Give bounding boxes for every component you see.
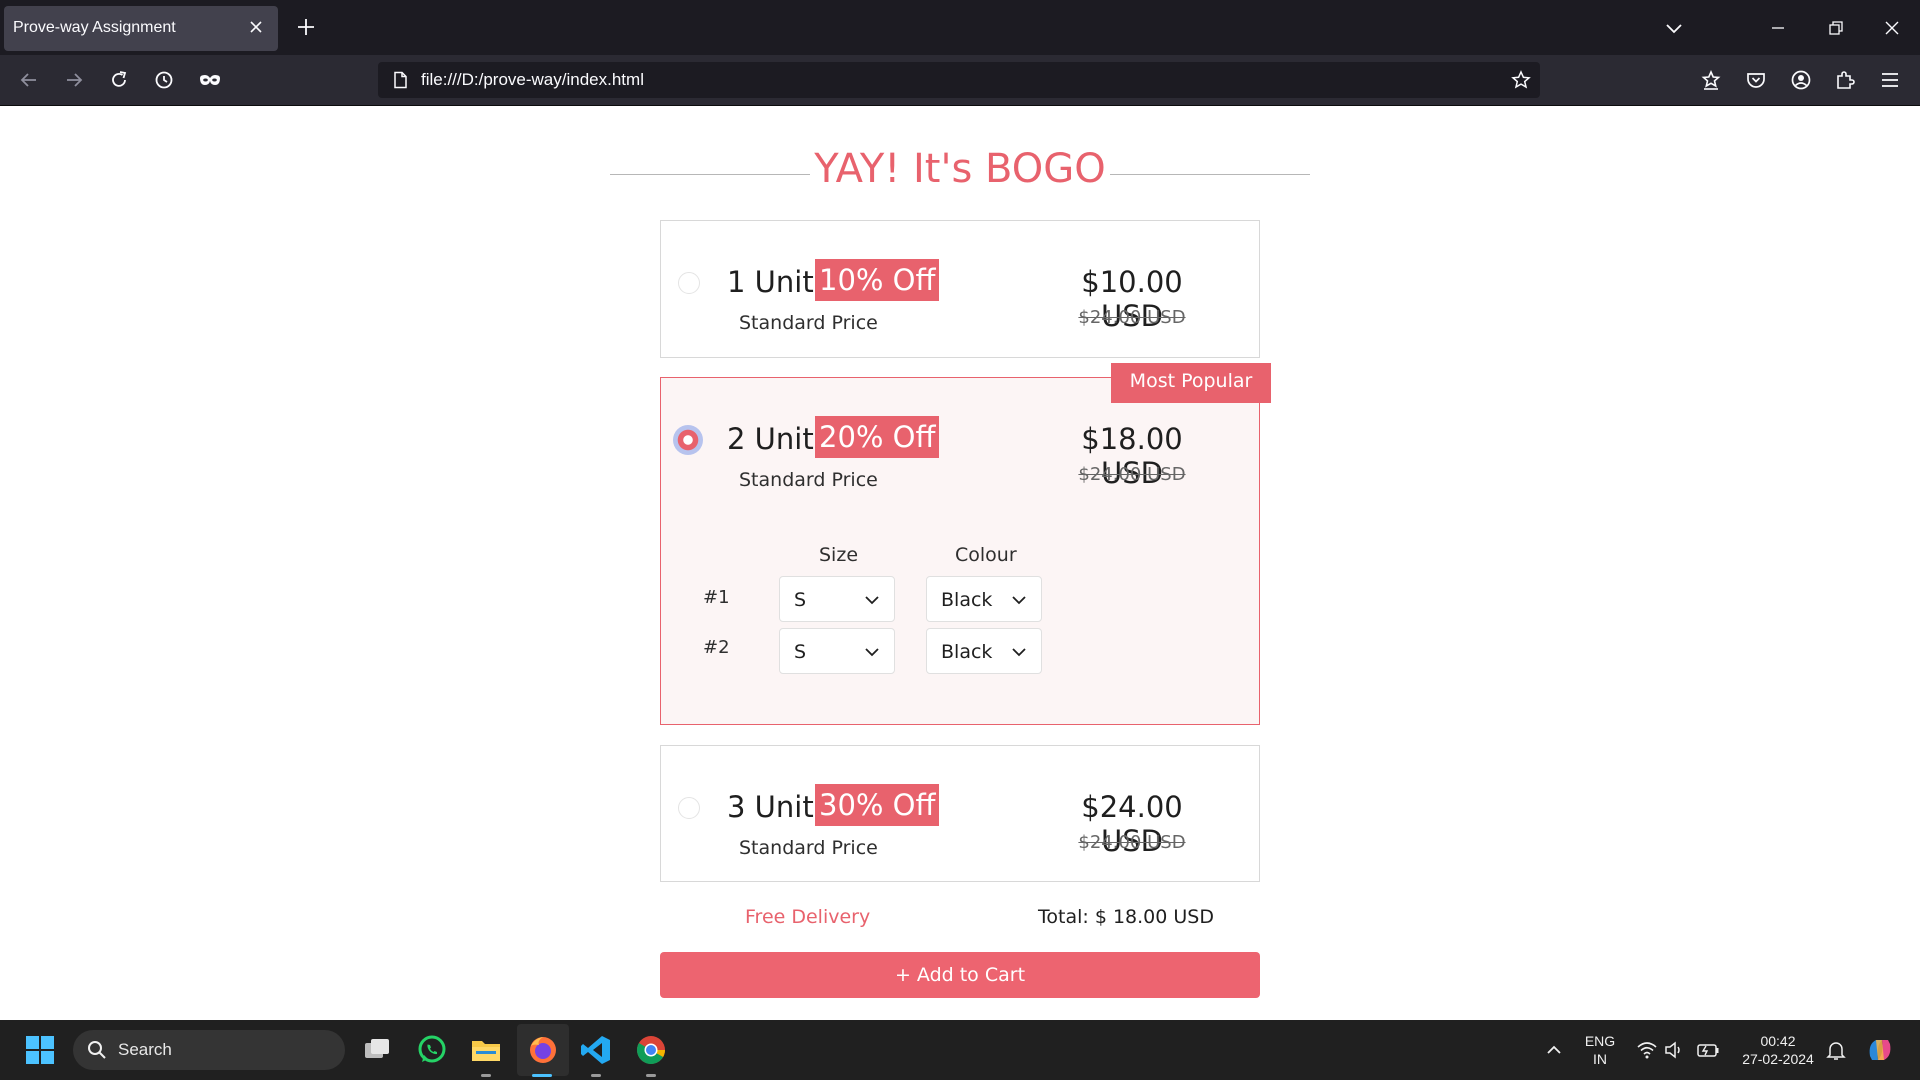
browser-navbar: file:///D:/prove-way/index.html xyxy=(0,55,1920,106)
restore-icon[interactable] xyxy=(1825,18,1845,38)
offer-card-3-unit[interactable]: 3 Unit 30% Off Standard Price $24.00 USD… xyxy=(660,745,1260,882)
price-subtitle: Standard Price xyxy=(739,469,878,491)
heading-divider-left xyxy=(610,174,810,175)
size-select-item-1[interactable]: S xyxy=(779,576,895,622)
unit-label: 3 Unit xyxy=(727,790,814,824)
taskbar-search[interactable]: Search xyxy=(73,1030,345,1070)
notification-bell-icon[interactable] xyxy=(1825,1039,1847,1061)
back-arrow-icon xyxy=(20,73,36,87)
language-indicator[interactable]: ENG IN xyxy=(1582,1032,1618,1068)
browser-titlebar: Prove-way Assignment xyxy=(0,0,1920,55)
firefox-taskbar-item[interactable] xyxy=(517,1024,569,1076)
history-button[interactable] xyxy=(151,67,177,93)
private-browsing-button[interactable] xyxy=(197,67,223,93)
item-number-label: #1 xyxy=(703,587,730,608)
colour-select-value: Black xyxy=(941,641,993,663)
item-number-label: #2 xyxy=(703,637,730,658)
address-bar[interactable]: file:///D:/prove-way/index.html xyxy=(378,62,1540,98)
language-code: ENG xyxy=(1584,1033,1616,1049)
colour-select-item-2[interactable]: Black xyxy=(926,628,1042,674)
wifi-icon[interactable] xyxy=(1636,1040,1658,1060)
firefox-active-indicator xyxy=(532,1074,552,1077)
windows-start-icon[interactable] xyxy=(25,1035,55,1065)
back-button[interactable] xyxy=(16,67,42,93)
firefox-icon xyxy=(530,1037,556,1063)
radio-2-unit[interactable] xyxy=(673,425,703,455)
pocket-icon[interactable] xyxy=(1745,69,1767,91)
new-tab-icon[interactable] xyxy=(295,16,317,38)
discount-badge: 20% Off xyxy=(815,416,940,458)
size-column-header: Size xyxy=(819,544,859,566)
unit-label: 1 Unit xyxy=(727,265,814,299)
vscode-running-indicator xyxy=(591,1074,601,1077)
original-price: $24.00 USD xyxy=(1078,832,1186,853)
discount-badge: 10% Off xyxy=(815,259,940,301)
clock[interactable]: 00:42 27-02-2024 xyxy=(1736,1032,1820,1068)
forward-button[interactable] xyxy=(61,67,87,93)
region-code: IN xyxy=(1593,1051,1607,1067)
search-icon xyxy=(88,1041,106,1059)
heading-divider-right xyxy=(1110,174,1310,175)
unit-label: 2 Unit xyxy=(727,422,814,456)
chevron-down-icon xyxy=(865,596,879,605)
offer-card-2-unit[interactable]: Most Popular 2 Unit 20% Off Standard Pri… xyxy=(660,363,1271,725)
colour-select-value: Black xyxy=(941,589,993,611)
original-price: $24.00 USD xyxy=(1078,307,1186,328)
chevron-up-icon[interactable] xyxy=(1544,1040,1564,1060)
reload-icon xyxy=(112,71,127,87)
list-tabs-chevron-icon[interactable] xyxy=(1664,18,1684,38)
page-content: YAY! It's BOGO 1 Unit 10% Off Standard P… xyxy=(0,106,1920,1020)
size-select-value: S xyxy=(794,641,807,663)
most-popular-badge: Most Popular xyxy=(1111,363,1271,403)
mask-icon xyxy=(200,75,220,85)
browser-tab[interactable]: Prove-way Assignment xyxy=(4,6,278,51)
tab-title: Prove-way Assignment xyxy=(13,19,176,36)
bookmark-star-icon[interactable] xyxy=(1511,70,1531,90)
clock-date: 27-02-2024 xyxy=(1742,1051,1814,1067)
offer-card-1-unit[interactable]: 1 Unit 10% Off Standard Price $10.00 USD… xyxy=(660,220,1260,358)
chevron-down-icon xyxy=(865,648,879,657)
price-subtitle: Standard Price xyxy=(739,312,878,334)
original-price: $24.00 USD xyxy=(1078,464,1186,485)
free-delivery-label: Free Delivery xyxy=(745,906,871,928)
close-window-icon[interactable] xyxy=(1882,18,1902,38)
url-text[interactable]: file:///D:/prove-way/index.html xyxy=(421,70,644,90)
forward-arrow-icon xyxy=(67,73,83,87)
explorer-running-indicator xyxy=(481,1074,491,1077)
chevron-down-icon xyxy=(1012,648,1026,657)
hamburger-menu-icon[interactable] xyxy=(1879,69,1901,91)
copilot-icon[interactable] xyxy=(1864,1034,1896,1066)
bookmarks-menu-icon[interactable] xyxy=(1700,69,1722,91)
battery-icon[interactable] xyxy=(1696,1040,1720,1060)
clock-time: 00:42 xyxy=(1760,1033,1796,1049)
minimize-icon[interactable] xyxy=(1768,18,1788,38)
vscode-icon[interactable] xyxy=(580,1034,612,1066)
reload-button[interactable] xyxy=(106,67,132,93)
size-select-item-2[interactable]: S xyxy=(779,628,895,674)
extensions-icon[interactable] xyxy=(1834,69,1856,91)
task-view-icon[interactable] xyxy=(362,1035,392,1065)
radio-1-unit[interactable] xyxy=(678,272,700,294)
price-subtitle: Standard Price xyxy=(739,837,878,859)
account-icon[interactable] xyxy=(1790,69,1812,91)
chrome-icon[interactable] xyxy=(635,1034,667,1066)
chevron-down-icon xyxy=(1012,596,1026,605)
windows-taskbar: Search ENG IN 00:42 27-02-2024 xyxy=(0,1020,1920,1080)
whatsapp-icon[interactable] xyxy=(416,1034,448,1066)
clock-icon xyxy=(155,71,173,89)
search-placeholder: Search xyxy=(118,1040,172,1059)
colour-column-header: Colour xyxy=(955,544,1017,566)
volume-icon[interactable] xyxy=(1664,1040,1684,1060)
file-explorer-icon[interactable] xyxy=(470,1034,502,1066)
colour-select-item-1[interactable]: Black xyxy=(926,576,1042,622)
radio-3-unit[interactable] xyxy=(678,797,700,819)
chrome-running-indicator xyxy=(646,1074,656,1077)
discount-badge: 30% Off xyxy=(815,784,940,826)
page-icon xyxy=(394,71,407,89)
add-to-cart-button[interactable]: + Add to Cart xyxy=(660,952,1260,998)
page-title: YAY! It's BOGO xyxy=(814,146,1106,192)
close-tab-icon[interactable] xyxy=(246,17,266,37)
size-select-value: S xyxy=(794,589,807,611)
total-price: Total: $ 18.00 USD xyxy=(1038,906,1214,928)
